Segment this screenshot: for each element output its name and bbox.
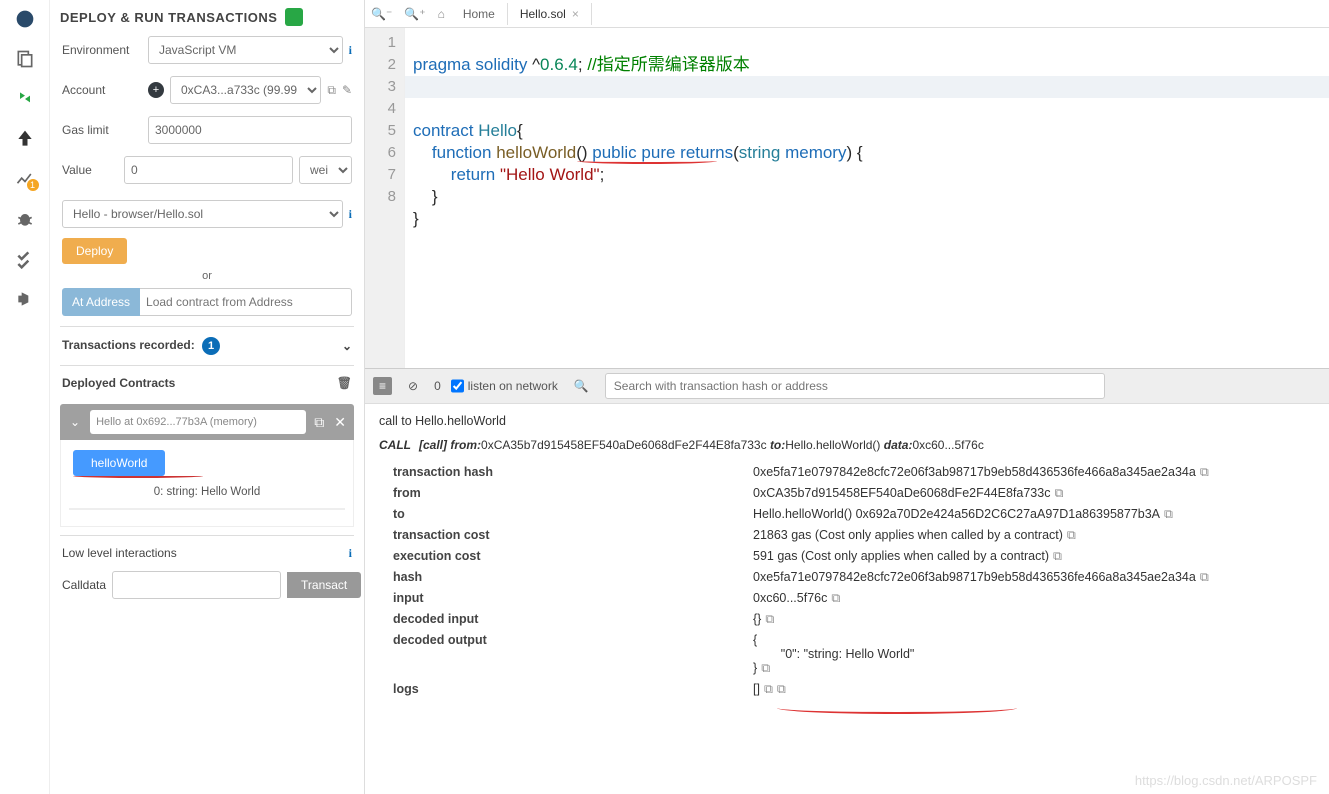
- editor-tabs: 🔍⁻ 🔍⁺ ⌂ Home Hello.sol×: [365, 0, 1329, 28]
- copy-icon[interactable]: ⧉: [777, 682, 786, 696]
- copy-icon[interactable]: ⧉: [761, 661, 770, 675]
- analysis-icon[interactable]: 1: [14, 168, 36, 190]
- panel-title: DEPLOY & RUN TRANSACTIONS: [60, 10, 277, 25]
- transact-button[interactable]: Transact: [287, 572, 361, 598]
- close-contract-icon[interactable]: ✕: [332, 414, 348, 431]
- main-area: 🔍⁻ 🔍⁺ ⌂ Home Hello.sol× 12345678 pragma …: [365, 0, 1329, 794]
- copy-icon[interactable]: ⧉: [831, 591, 840, 605]
- terminal-search-input[interactable]: [605, 373, 1105, 399]
- listen-label: listen on network: [468, 379, 558, 393]
- zoom-out-icon[interactable]: 🔍⁻: [365, 7, 398, 21]
- tx-recorded-label: Transactions recorded:: [62, 338, 195, 352]
- deployed-contracts-label: Deployed Contracts: [62, 376, 175, 390]
- lowlevel-info-icon[interactable]: i: [349, 546, 352, 561]
- contract-info-icon[interactable]: i: [349, 207, 352, 222]
- tab-home[interactable]: Home: [451, 3, 508, 25]
- terminal-toggle-icon[interactable]: ≡: [373, 377, 392, 395]
- call-summary[interactable]: CALL [call] from:0xCA35b7d915458EF540aDe…: [379, 438, 1315, 462]
- deploy-run-panel: DEPLOY & RUN TRANSACTIONS Environment Ja…: [50, 0, 365, 794]
- code-area[interactable]: pragma solidity ^0.6.4; //指定所需编译器版本 cont…: [405, 28, 1329, 368]
- copy-icon[interactable]: ⧉: [1200, 465, 1209, 479]
- close-tab-icon[interactable]: ×: [572, 7, 579, 21]
- deployed-contract-name: [90, 410, 306, 434]
- remix-logo-icon[interactable]: [14, 8, 36, 30]
- tx-detail-table: transaction hash0xe5fa71e0797842e8cfc72e…: [387, 462, 1323, 700]
- test-icon[interactable]: [14, 248, 36, 270]
- terminal-search-icon[interactable]: 🔍: [568, 377, 595, 395]
- env-info-icon[interactable]: i: [349, 43, 352, 58]
- deployed-contract-header: ⌄ ⧉ ✕: [60, 404, 354, 440]
- pending-count: 0: [434, 379, 441, 393]
- helloworld-call-button[interactable]: helloWorld: [73, 450, 165, 476]
- contract-collapse-icon[interactable]: ⌄: [66, 413, 84, 431]
- contract-select[interactable]: Hello - browser/Hello.sol: [62, 200, 343, 228]
- tx-recorded-expand-icon[interactable]: ⌄: [342, 339, 352, 353]
- analysis-badge: 1: [26, 178, 40, 192]
- add-account-icon[interactable]: +: [148, 82, 164, 98]
- zoom-in-icon[interactable]: 🔍⁺: [398, 7, 431, 21]
- listen-checkbox[interactable]: [451, 373, 464, 399]
- copy-icon[interactable]: ⧉: [1200, 570, 1209, 584]
- account-label: Account: [62, 83, 142, 97]
- code-editor[interactable]: 12345678 pragma solidity ^0.6.4; //指定所需编…: [365, 28, 1329, 368]
- gas-input[interactable]: [148, 116, 352, 144]
- plugin-icon[interactable]: [14, 288, 36, 310]
- gas-label: Gas limit: [62, 123, 142, 137]
- line-gutter: 12345678: [365, 28, 405, 368]
- compiler-icon[interactable]: [14, 88, 36, 110]
- panel-doc-icon[interactable]: [285, 8, 303, 26]
- copy-icon[interactable]: ⧉: [1164, 507, 1173, 521]
- edit-account-icon[interactable]: ✎: [342, 83, 352, 97]
- or-text: or: [50, 268, 364, 284]
- tx-recorded-count: 1: [202, 337, 220, 355]
- at-address-button[interactable]: At Address: [62, 288, 140, 316]
- deploy-button[interactable]: Deploy: [62, 238, 127, 264]
- clear-terminal-icon[interactable]: ⊘: [402, 377, 424, 395]
- calldata-label: Calldata: [62, 578, 106, 592]
- copy-icon[interactable]: ⧉: [1054, 486, 1063, 500]
- copy-icon[interactable]: ⧉: [764, 682, 773, 696]
- icon-sidebar: 1: [0, 0, 50, 794]
- value-input[interactable]: [124, 156, 293, 184]
- at-address-input[interactable]: [140, 288, 352, 316]
- deploy-icon[interactable]: [14, 128, 36, 150]
- copy-account-icon[interactable]: ⧉: [327, 83, 336, 98]
- trash-icon[interactable]: 🗑: [337, 376, 352, 390]
- account-select[interactable]: 0xCA3...a733c (99.99: [170, 76, 321, 104]
- copy-contract-icon[interactable]: ⧉: [312, 414, 326, 431]
- home-icon[interactable]: ⌂: [432, 7, 451, 21]
- call-log-line: call to Hello.helloWorld: [379, 414, 1315, 438]
- terminal: ≡ ⊘ 0 listen on network 🔍 call to Hello.…: [365, 368, 1329, 794]
- file-explorer-icon[interactable]: [14, 48, 36, 70]
- debugger-icon[interactable]: [14, 208, 36, 230]
- tab-hello-sol[interactable]: Hello.sol×: [508, 3, 592, 25]
- env-select[interactable]: JavaScript VM: [148, 36, 343, 64]
- lowlevel-label: Low level interactions: [62, 546, 177, 561]
- copy-icon[interactable]: ⧉: [1053, 549, 1062, 563]
- calldata-input[interactable]: [112, 571, 281, 599]
- copy-icon[interactable]: ⧉: [765, 612, 774, 626]
- copy-icon[interactable]: ⧉: [1067, 528, 1076, 542]
- value-label: Value: [62, 163, 118, 177]
- value-unit-select[interactable]: wei: [299, 156, 352, 184]
- env-label: Environment: [62, 43, 142, 57]
- call-return-value: 0: string: Hello World: [69, 484, 345, 504]
- watermark: https://blog.csdn.net/ARPOSPF: [1135, 773, 1317, 788]
